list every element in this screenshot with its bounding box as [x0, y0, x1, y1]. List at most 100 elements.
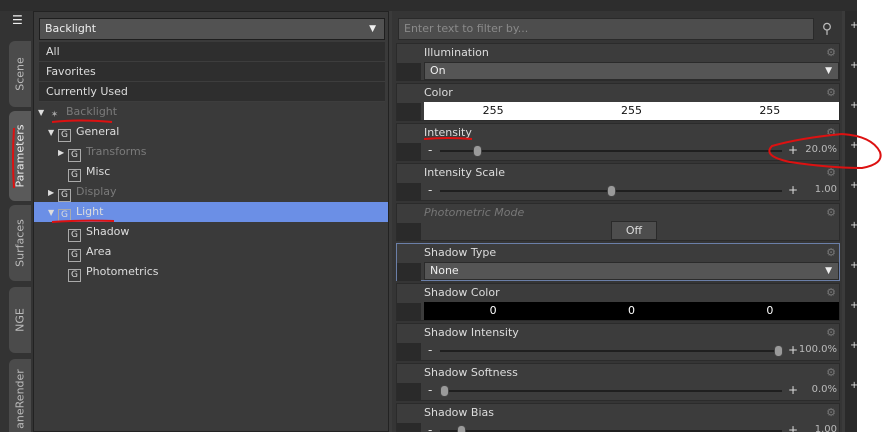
- edge-plus-icon[interactable]: +: [850, 220, 857, 260]
- tree-node[interactable]: G Area: [58, 242, 111, 262]
- filter-input[interactable]: Enter text to filter by...: [398, 18, 814, 40]
- slider-track[interactable]: [440, 390, 782, 392]
- tree-node-label: Shadow: [86, 225, 130, 238]
- edge-plus-icon[interactable]: +: [850, 380, 857, 420]
- slider-knob[interactable]: [457, 425, 466, 432]
- increment-icon[interactable]: +: [788, 383, 798, 397]
- gear-icon[interactable]: ⚙: [826, 46, 836, 59]
- tab-nge[interactable]: NGE: [9, 287, 31, 353]
- expand-down-icon[interactable]: ▼: [48, 123, 58, 143]
- filter-currently-used[interactable]: Currently Used: [39, 82, 385, 102]
- property-slider[interactable]: - +1.00: [424, 423, 839, 432]
- parameters-tree-panel: Backlight ▼ All Favorites Currently Used…: [33, 11, 389, 432]
- decrement-icon[interactable]: -: [428, 143, 432, 157]
- tree-node[interactable]: ▼ G General: [48, 122, 119, 142]
- slider-knob[interactable]: [473, 145, 482, 157]
- property-side-tab: [397, 103, 421, 121]
- expand-down-icon[interactable]: ▼: [38, 103, 48, 123]
- gear-icon[interactable]: ⚙: [826, 246, 836, 259]
- search-icon[interactable]: ⚲: [816, 18, 838, 40]
- property-label: Shadow Type: [424, 246, 497, 259]
- gear-icon[interactable]: ⚙: [826, 206, 836, 219]
- color-channel-value: 255: [620, 104, 642, 117]
- vertical-tab-bar: ☰ Scene Parameters Surfaces NGE aneRende…: [0, 11, 33, 432]
- increment-icon[interactable]: +: [788, 183, 798, 197]
- dropdown-value: On: [430, 64, 446, 77]
- property-slider[interactable]: - +0.0%: [424, 383, 839, 399]
- tab-surfaces[interactable]: Surfaces: [9, 205, 31, 281]
- tree-node-label: Area: [86, 245, 112, 258]
- slider-knob[interactable]: [440, 385, 449, 397]
- gear-icon[interactable]: ⚙: [826, 406, 836, 419]
- property-slider[interactable]: - +100.0%: [424, 343, 839, 359]
- tree-node[interactable]: ▶ G Display: [48, 182, 117, 202]
- menu-icon[interactable]: ☰: [12, 13, 28, 27]
- photometric-mode-toggle[interactable]: Off: [611, 221, 657, 240]
- decrement-icon[interactable]: -: [428, 183, 432, 197]
- edge-plus-icon[interactable]: +: [850, 340, 857, 380]
- title-strip: [0, 0, 857, 11]
- group-icon: G: [68, 229, 81, 242]
- tree-node[interactable]: ▶ G Transforms: [58, 142, 146, 162]
- group-icon: G: [68, 149, 81, 162]
- property-label: Intensity: [424, 126, 472, 139]
- edge-plus-icon[interactable]: +: [850, 300, 857, 340]
- node-dropdown-label: Backlight: [45, 22, 97, 35]
- gear-icon[interactable]: ⚙: [826, 126, 836, 139]
- property-intensity-scale: Intensity Scale ⚙ - +1.00: [396, 163, 840, 201]
- color-channel-value: 0: [489, 304, 497, 317]
- property-label: Shadow Softness: [424, 366, 518, 379]
- slider-track[interactable]: [440, 150, 782, 152]
- decrement-icon[interactable]: -: [428, 383, 432, 397]
- tab-parameters[interactable]: Parameters: [9, 111, 31, 201]
- property-label: Shadow Intensity: [424, 326, 519, 339]
- property-shadow-type: Shadow Type ⚙ None ▼: [396, 243, 840, 281]
- tab-anerender[interactable]: aneRender: [9, 359, 31, 432]
- edge-plus-icon[interactable]: +: [850, 180, 857, 220]
- edge-plus-icon[interactable]: +: [850, 260, 857, 300]
- expand-right-icon[interactable]: ▶: [48, 183, 58, 203]
- edge-plus-icon[interactable]: +: [850, 60, 857, 100]
- property-slider[interactable]: - +1.00: [424, 183, 839, 199]
- filter-favorites[interactable]: Favorites: [39, 62, 385, 82]
- expand-right-icon[interactable]: ▶: [58, 143, 68, 163]
- gear-icon[interactable]: ⚙: [826, 326, 836, 339]
- slider-value: 0.0%: [811, 384, 837, 395]
- decrement-icon[interactable]: -: [428, 343, 432, 357]
- tree-node[interactable]: G Shadow: [58, 222, 129, 242]
- slider-track[interactable]: [440, 350, 782, 352]
- color-swatch[interactable]: 0 0 0: [424, 302, 839, 320]
- property-intensity: Intensity ⚙ - +20.0%: [396, 123, 840, 161]
- edge-plus-icon[interactable]: +: [850, 20, 857, 60]
- increment-icon[interactable]: +: [788, 143, 798, 157]
- decrement-icon[interactable]: -: [428, 423, 432, 432]
- dropdown-arrow-icon: ▼: [825, 266, 832, 276]
- gear-icon[interactable]: ⚙: [826, 166, 836, 179]
- edge-plus-icon[interactable]: +: [850, 100, 857, 140]
- slider-knob[interactable]: [774, 345, 783, 357]
- color-channel-value: 255: [482, 104, 504, 117]
- tree-node[interactable]: ▼ G Light: [48, 202, 103, 222]
- increment-icon[interactable]: +: [788, 423, 798, 432]
- property-shadow-color: Shadow Color ⚙ 0 0 0: [396, 283, 840, 321]
- property-illumination: Illumination ⚙ On ▼: [396, 43, 840, 81]
- tree-node[interactable]: G Misc: [58, 162, 110, 182]
- property-dropdown[interactable]: On ▼: [424, 62, 839, 80]
- gear-icon[interactable]: ⚙: [826, 286, 836, 299]
- property-side-tab: [397, 303, 421, 321]
- node-dropdown[interactable]: Backlight ▼: [39, 18, 385, 40]
- increment-icon[interactable]: +: [788, 343, 798, 357]
- tree-node[interactable]: G Photometrics: [58, 262, 159, 282]
- property-slider[interactable]: - +20.0%: [424, 143, 839, 159]
- edge-plus-icon[interactable]: +: [850, 140, 857, 180]
- color-swatch[interactable]: 255 255 255: [424, 102, 839, 120]
- property-dropdown[interactable]: None ▼: [424, 262, 839, 280]
- slider-knob[interactable]: [607, 185, 616, 197]
- tab-scene[interactable]: Scene: [9, 41, 31, 107]
- gear-icon[interactable]: ⚙: [826, 86, 836, 99]
- expand-down-icon[interactable]: ▼: [48, 203, 58, 223]
- gear-icon[interactable]: ⚙: [826, 366, 836, 379]
- filter-all[interactable]: All: [39, 42, 385, 62]
- tree-node-label: Backlight: [66, 105, 118, 118]
- tree-node[interactable]: ▼ ✶ Backlight: [38, 102, 117, 122]
